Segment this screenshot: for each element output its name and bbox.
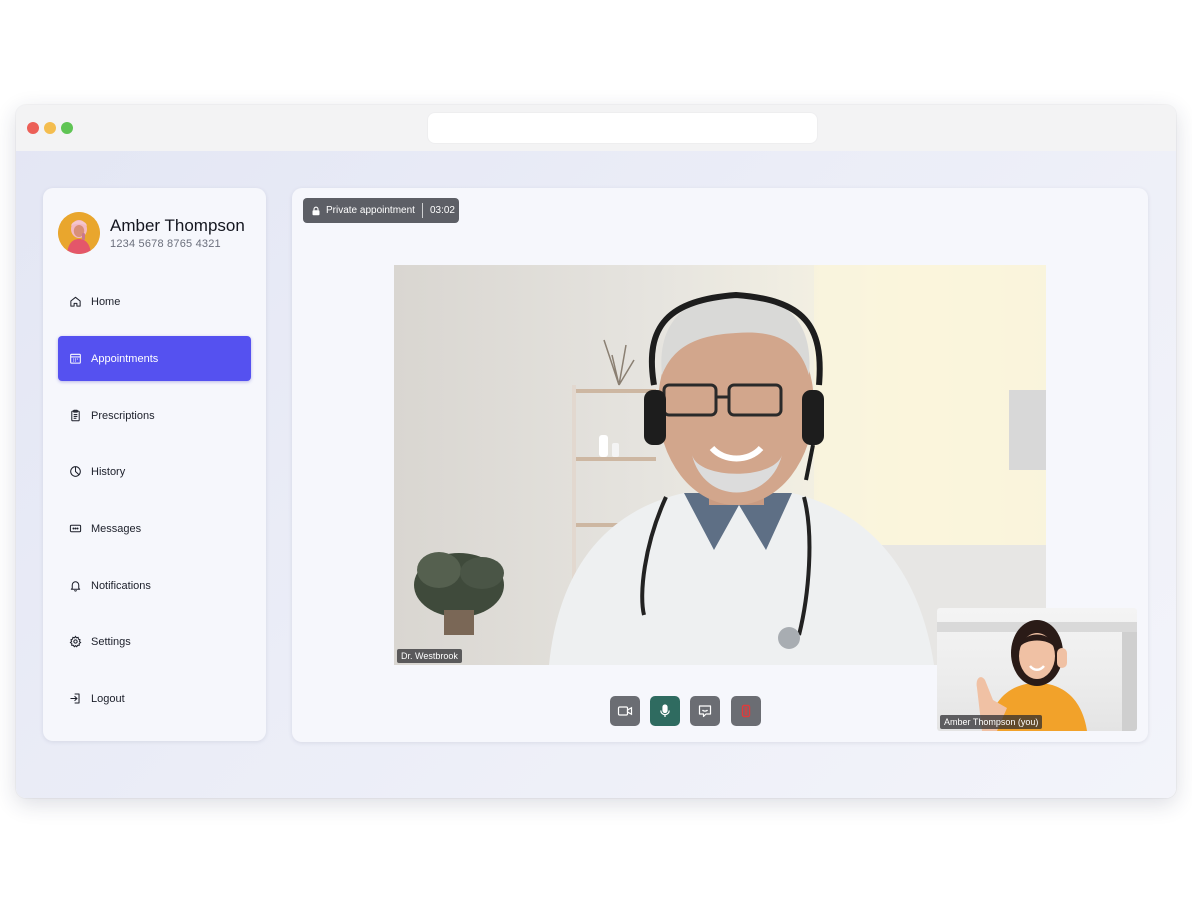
avatar-photo bbox=[58, 212, 100, 254]
nav-label-home: Home bbox=[91, 295, 121, 308]
end-call-button[interactable] bbox=[731, 696, 761, 726]
title-bar bbox=[16, 105, 1176, 151]
message-icon bbox=[69, 522, 82, 535]
remote-participant-name: Dr. Westbrook bbox=[397, 649, 462, 663]
self-video[interactable]: Amber Thompson (you) bbox=[937, 608, 1137, 731]
lock-icon bbox=[311, 206, 321, 216]
self-video-frame bbox=[937, 620, 1137, 731]
nav-label-history: History bbox=[91, 465, 126, 478]
privacy-label: Private appointment bbox=[326, 205, 415, 216]
gear-icon bbox=[69, 635, 82, 648]
badge-divider bbox=[421, 203, 423, 218]
self-participant-name: Amber Thompson (you) bbox=[940, 715, 1043, 729]
end-call-icon bbox=[738, 703, 754, 719]
close-window-button[interactable] bbox=[27, 122, 39, 134]
minimize-window-button[interactable] bbox=[44, 122, 56, 134]
logout-icon bbox=[69, 692, 82, 705]
nav-item-notifications[interactable]: Notifications bbox=[58, 563, 251, 608]
nav-item-messages[interactable]: Messages bbox=[58, 506, 251, 551]
chat-icon bbox=[697, 703, 713, 719]
nav-label-logout: Logout bbox=[91, 692, 125, 705]
nav-item-history[interactable]: History bbox=[58, 449, 251, 494]
sidebar: Amber Thompson 1234 5678 8765 4321 Home … bbox=[43, 188, 266, 741]
private-appointment-badge: Private appointment 03:02 bbox=[303, 198, 459, 223]
user-id: 1234 5678 8765 4321 bbox=[110, 238, 221, 250]
microphone-icon bbox=[657, 703, 673, 719]
nav-item-logout[interactable]: Logout bbox=[58, 676, 251, 721]
nav-label-appointments: Appointments bbox=[91, 352, 159, 365]
nav-label-prescriptions: Prescriptions bbox=[91, 409, 155, 422]
nav-item-appointments[interactable]: Appointments bbox=[58, 336, 251, 381]
nav-item-home[interactable]: Home bbox=[58, 279, 251, 324]
video-call-panel: Private appointment 03:02 Dr. Westbrook … bbox=[292, 188, 1148, 742]
nav-label-settings: Settings bbox=[91, 635, 131, 648]
doctor-video-frame bbox=[414, 265, 1046, 665]
microphone-toggle-button[interactable] bbox=[650, 696, 680, 726]
remote-video[interactable]: Dr. Westbrook bbox=[394, 265, 1046, 665]
maximize-window-button[interactable] bbox=[61, 122, 73, 134]
avatar[interactable] bbox=[58, 212, 100, 254]
calendar-icon bbox=[69, 352, 82, 365]
camera-toggle-button[interactable] bbox=[610, 696, 640, 726]
bell-icon bbox=[69, 579, 82, 592]
address-bar[interactable] bbox=[428, 113, 817, 143]
clipboard-icon bbox=[69, 409, 82, 422]
pie-chart-icon bbox=[69, 465, 82, 478]
nav-label-messages: Messages bbox=[91, 522, 142, 535]
home-icon bbox=[69, 295, 82, 308]
browser-window: Amber Thompson 1234 5678 8765 4321 Home … bbox=[16, 105, 1176, 798]
user-name: Amber Thompson bbox=[110, 216, 245, 235]
video-camera-icon bbox=[617, 703, 633, 719]
call-timer: 03:02 bbox=[429, 205, 455, 216]
nav-item-settings[interactable]: Settings bbox=[58, 619, 251, 664]
chat-button[interactable] bbox=[690, 696, 720, 726]
nav-item-prescriptions[interactable]: Prescriptions bbox=[58, 393, 251, 438]
nav-label-notifications: Notifications bbox=[91, 579, 151, 592]
